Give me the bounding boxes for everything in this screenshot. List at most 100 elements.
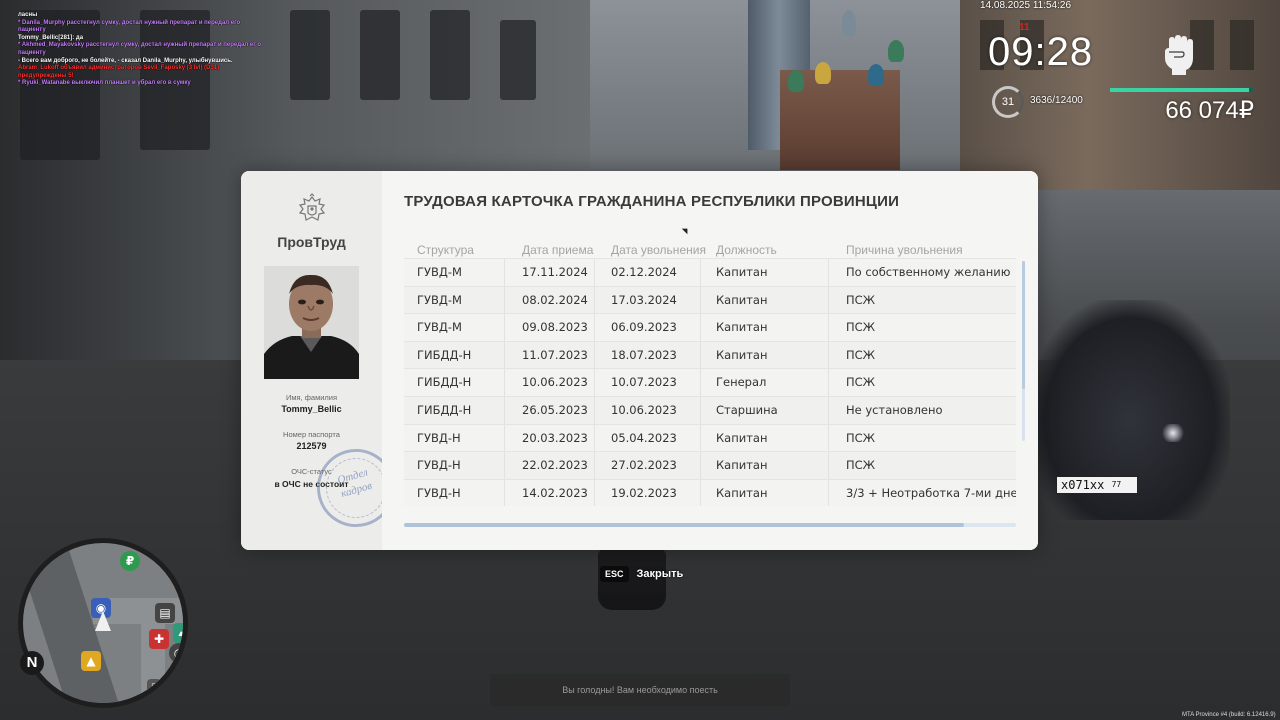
col-dismissal-reason: Причина увольнения bbox=[846, 243, 963, 257]
table-cell: ГУВД-Н bbox=[417, 430, 461, 445]
table-cell: 17.11.2024 bbox=[522, 265, 588, 279]
table-cell: 08.02.2024 bbox=[522, 292, 588, 307]
table-cell: Капитан bbox=[716, 430, 768, 445]
hud-clock: 09:28 bbox=[988, 30, 1094, 74]
chat-line: * Danila_Murphy расстегнул сумку, достал… bbox=[18, 19, 241, 34]
table-cell: ПСЖ bbox=[846, 458, 876, 473]
table-cell: 09.08.2023 bbox=[522, 320, 588, 335]
table-body[interactable]: ГУВД-М 17.11.2024 02.12.2024 Капитан По собс… bbox=[404, 258, 1016, 513]
compass-north-icon: N bbox=[20, 651, 44, 675]
money-counter: 66 074₽ bbox=[1165, 97, 1254, 124]
square-blip-icon: ▫ bbox=[147, 679, 161, 693]
col-dismissal-date: Дата увольнения bbox=[611, 243, 706, 257]
hud-datetime: 14.08.2025 11:54:26 bbox=[980, 0, 1072, 11]
table-header: Структура Дата приема Дата увольнения До… bbox=[404, 241, 1016, 259]
table-cell: ПСЖ bbox=[846, 292, 876, 307]
card-content: ТРУДОВАЯ КАРТОЧКА ГРАЖДАНИНА РЕСПУБЛИКИ … bbox=[382, 171, 1038, 550]
table-cell: 18.07.2023 bbox=[611, 347, 677, 362]
table-cell: ПСЖ bbox=[846, 320, 876, 335]
hunger-notice: Вы голодны! Вам необходимо поесть bbox=[490, 674, 790, 706]
table-cell: 26.05.2023 bbox=[522, 402, 588, 417]
table-cell: Капитан bbox=[716, 347, 768, 362]
horizontal-scrollbar[interactable] bbox=[404, 523, 1016, 527]
hospital-blip-icon: ✚ bbox=[149, 629, 169, 649]
table-cell: Капитан bbox=[716, 320, 768, 335]
table-cell: ГУВД-Н bbox=[417, 485, 461, 500]
table-cell: Старшина bbox=[716, 402, 778, 417]
health-bar bbox=[1110, 88, 1253, 92]
table-cell: Не установлено bbox=[846, 402, 943, 417]
chat-line: Abram_Lukoff объявил администраторов Sev… bbox=[18, 65, 220, 79]
close-button[interactable]: ESC Закрыть bbox=[600, 566, 683, 582]
col-position: Должность bbox=[716, 243, 777, 257]
col-hire-date: Дата приема bbox=[522, 243, 594, 257]
player-arrow-icon bbox=[95, 611, 111, 631]
employment-table: Структура Дата приема Дата увольнения До… bbox=[404, 241, 1016, 507]
table-cell: 05.04.2023 bbox=[611, 430, 677, 445]
vertical-scrollbar-thumb[interactable] bbox=[1022, 261, 1025, 389]
car-blip-icon: ▰ bbox=[173, 623, 183, 643]
table-cell: ПСЖ bbox=[846, 375, 876, 390]
car-headlight bbox=[1160, 424, 1186, 442]
taxi-blip-icon: ▲ bbox=[81, 651, 101, 671]
table-cell: 19.02.2023 bbox=[611, 485, 677, 500]
table-cell: По собственному желанию bbox=[846, 265, 1011, 279]
bank-blip-icon: ₽ bbox=[120, 551, 140, 571]
card-sidebar: ПровТруд Имя, фамилия Tommy_Bellic Номер… bbox=[241, 171, 405, 550]
table-cell: 14.02.2023 bbox=[522, 485, 588, 500]
license-plate: х071хх 77 bbox=[1056, 476, 1138, 494]
passport-label: Номер паспорта bbox=[283, 430, 340, 439]
table-cell: Капитан bbox=[716, 265, 768, 279]
table-row: ГУВД-Н 14.02.2023 19.02.2023 Капитан 3/3 + Н… bbox=[404, 478, 1016, 507]
table-cell: 10.06.2023 bbox=[611, 402, 677, 417]
card-title: ТРУДОВАЯ КАРТОЧКА ГРАЖДАНИНА РЕСПУБЛИКИ … bbox=[404, 193, 900, 210]
table-cell: 20.03.2023 bbox=[522, 430, 588, 445]
table-row: ГУВД-М 17.11.2024 02.12.2024 Капитан По собс… bbox=[404, 258, 1016, 286]
building-blip-icon: ▤ bbox=[155, 603, 175, 623]
table-cell: 10.06.2023 bbox=[522, 375, 588, 390]
health-fill bbox=[1110, 88, 1249, 92]
horizontal-scrollbar-thumb[interactable] bbox=[404, 523, 964, 527]
employment-card-modal: ПровТруд Имя, фамилия Tommy_Bellic Номер… bbox=[241, 171, 1038, 550]
table-cell: Генерал bbox=[716, 375, 767, 390]
table-cell: ПСЖ bbox=[846, 430, 876, 445]
esc-key[interactable]: ESC bbox=[600, 566, 629, 582]
close-label[interactable]: Закрыть bbox=[637, 568, 684, 580]
table-row: ГУВД-Н 20.03.2023 05.04.2023 Капитан ПСЖ bbox=[404, 423, 1016, 452]
build-info: MTA Province #4 (build: 6.12416.9) bbox=[1182, 712, 1276, 718]
coat-of-arms-icon bbox=[298, 193, 326, 221]
table-cell: ГИБДД-Н bbox=[417, 375, 472, 390]
chat-line: ласны bbox=[18, 12, 38, 18]
citizen-photo bbox=[264, 266, 359, 379]
experience-counter: 3636/12400 bbox=[1030, 95, 1083, 106]
table-row: ГУВД-М 09.08.2023 06.09.2023 Капитан ПСЖ bbox=[404, 313, 1016, 341]
chat-log: ласны * Danila_Murphy расстегнул сумку, д… bbox=[18, 12, 266, 88]
table-cell: 3/3 + Неотработка 7-ми дней bbox=[846, 485, 1016, 500]
table-cell: Капитан bbox=[716, 292, 768, 307]
table-cell: ГУВД-Н bbox=[417, 458, 461, 473]
col-structure: Структура bbox=[417, 243, 474, 257]
org-name: ПровТруд bbox=[277, 234, 346, 250]
table-cell: ГУВД-М bbox=[417, 265, 462, 279]
table-cell: 17.03.2024 bbox=[611, 292, 677, 307]
table-cell: 11.07.2023 bbox=[522, 347, 588, 362]
table-cell: 10.07.2023 bbox=[611, 375, 677, 390]
name-label: Имя, фамилия bbox=[285, 393, 338, 402]
chat-line: * Ryuki_Watanabe выключил планшет и убра… bbox=[18, 80, 191, 87]
table-cell: Капитан bbox=[716, 485, 768, 500]
table-row: ГИБДД-Н 11.07.2023 18.07.2023 Капитан ПСЖ bbox=[404, 340, 1016, 369]
table-cell: ГИБДД-Н bbox=[417, 347, 472, 362]
fist-icon bbox=[1165, 35, 1193, 75]
table-cell: ПСЖ bbox=[846, 347, 876, 362]
table-row: ГУВД-М 08.02.2024 17.03.2024 Капитан ПСЖ bbox=[404, 285, 1016, 314]
vertical-scrollbar[interactable] bbox=[1022, 261, 1025, 441]
table-row: ГУВД-Н 22.02.2023 27.02.2023 Капитан ПСЖ bbox=[404, 451, 1016, 479]
table-cell: 06.09.2023 bbox=[611, 320, 677, 335]
table-cell: ГИБДД-Н bbox=[417, 402, 472, 417]
plate-number: х071хх bbox=[1061, 478, 1105, 492]
table-row: ГИБДД-Н 26.05.2023 10.06.2023 Старшина Не ус… bbox=[404, 395, 1016, 424]
table-cell: ГУВД-М bbox=[417, 320, 462, 335]
chat-line: * Akhmed_Mayakovsky расстегнул сумку, до… bbox=[18, 42, 262, 56]
name-value: Tommy_Bellic bbox=[281, 404, 342, 414]
table-cell: ГУВД-М bbox=[417, 292, 462, 307]
